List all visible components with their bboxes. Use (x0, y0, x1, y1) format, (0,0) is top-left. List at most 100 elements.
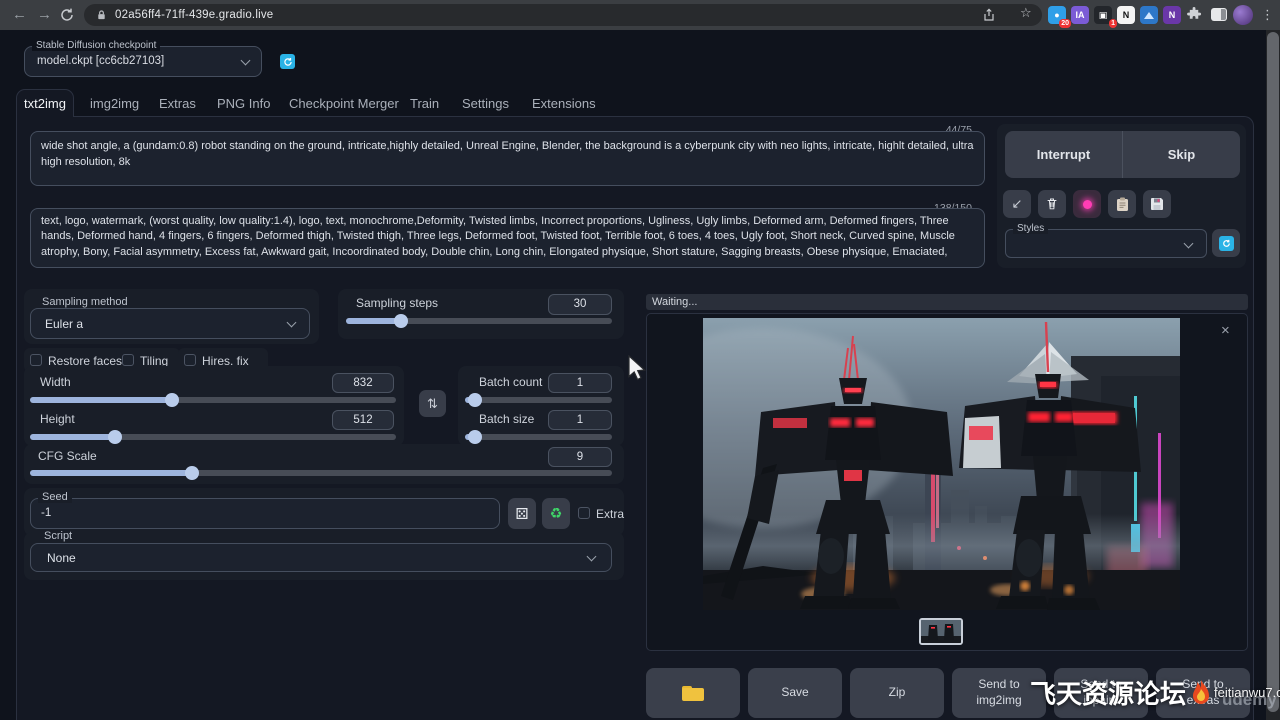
browser-refresh-icon[interactable] (59, 7, 75, 23)
progress-status-text: Waiting... (652, 296, 697, 308)
image-extension-icon[interactable] (1140, 6, 1158, 24)
sampling-steps-slider[interactable] (346, 318, 612, 324)
height-slider[interactable] (30, 434, 396, 440)
tab-train[interactable]: Train (410, 96, 439, 111)
trash-icon (1045, 197, 1059, 211)
apply-styles-button[interactable] (1108, 190, 1136, 218)
floppy-save-icon (1150, 197, 1164, 211)
paste-params-button[interactable]: ↙ (1003, 190, 1031, 218)
scrollbar-track[interactable] (1266, 30, 1280, 720)
script-value: None (47, 551, 76, 565)
seed-extra-label: Extra (596, 507, 624, 521)
folder-icon (682, 686, 704, 701)
dice-icon: ⚄ (515, 505, 528, 523)
cfg-scale-slider[interactable] (30, 470, 612, 476)
width-slider[interactable] (30, 397, 396, 403)
cfg-scale-value[interactable]: 9 (548, 447, 612, 467)
zip-button[interactable]: Zip (850, 668, 944, 718)
tab-png-info[interactable]: PNG Info (217, 96, 270, 111)
flame-icon (1190, 679, 1212, 707)
notion-extension-icon[interactable]: N (1117, 6, 1135, 24)
sampling-method-dropdown[interactable]: Euler a (30, 308, 310, 339)
tab-settings[interactable]: Settings (462, 96, 509, 111)
clipboard-icon (1116, 197, 1129, 212)
sampling-method-label: Sampling method (38, 296, 132, 308)
chevron-down-icon (287, 318, 297, 328)
extra-networks-icon (1083, 200, 1092, 209)
batch-count-label: Batch count (479, 375, 542, 389)
paste-arrow-icon: ↙ (1012, 196, 1023, 212)
swap-arrows-icon: ⇅ (427, 396, 438, 412)
bookmark-star-icon[interactable]: ☆ (1020, 5, 1032, 21)
batch-size-value[interactable]: 1 (548, 410, 612, 430)
sampling-method-value: Euler a (45, 317, 83, 331)
browser-back-icon[interactable]: ← (12, 0, 27, 30)
script-label: Script (40, 530, 76, 542)
swap-dimensions-button[interactable]: ⇅ (419, 390, 446, 417)
close-icon[interactable]: × (1221, 322, 1230, 339)
restore-faces-checkbox[interactable] (30, 354, 42, 366)
browser-toolbar: ← → 02a56ff4-71ff-439e.gradio.live ☆ ●20… (0, 0, 1280, 30)
prompt-input[interactable]: wide shot angle, a (gundam:0.8) robot st… (30, 131, 985, 186)
tab-txt2img[interactable]: txt2img (16, 89, 74, 117)
clear-prompt-button[interactable] (1038, 190, 1066, 218)
chevron-down-icon (587, 552, 597, 562)
save-style-button[interactable] (1143, 190, 1171, 218)
interrupt-button[interactable]: Interrupt (1005, 131, 1123, 178)
hires-fix-checkbox[interactable] (184, 354, 196, 366)
address-bar[interactable]: 02a56ff4-71ff-439e.gradio.live ☆ (84, 4, 1042, 26)
styles-refresh-button[interactable] (1212, 229, 1240, 257)
seed-field[interactable]: -1 (30, 498, 500, 529)
sampling-steps-value[interactable]: 30 (548, 294, 612, 315)
tab-extras[interactable]: Extras (159, 96, 196, 111)
tab-checkpoint-merger[interactable]: Checkpoint Merger (289, 96, 399, 111)
random-seed-button[interactable]: ⚄ (508, 498, 536, 529)
onenote-extension-icon[interactable]: N (1163, 6, 1181, 24)
sampling-steps-label: Sampling steps (356, 296, 438, 310)
progress-bar: Waiting... (646, 294, 1248, 310)
mouse-cursor (627, 355, 649, 383)
sidebar-icon[interactable] (1211, 8, 1227, 21)
share-icon[interactable] (982, 8, 996, 22)
batch-count-slider[interactable] (465, 397, 612, 403)
cfg-scale-label: CFG Scale (38, 449, 97, 463)
generated-image[interactable] (703, 318, 1180, 610)
tiling-checkbox[interactable] (122, 354, 134, 366)
batch-count-value[interactable]: 1 (548, 373, 612, 393)
url-text: 02a56ff4-71ff-439e.gradio.live (115, 9, 273, 21)
seed-value: -1 (41, 507, 51, 519)
interrupt-skip-group: Interrupt Skip (1005, 131, 1240, 178)
profile-avatar[interactable] (1233, 5, 1253, 25)
skip-button[interactable]: Skip (1123, 131, 1240, 178)
scrollbar-thumb[interactable] (1267, 32, 1279, 712)
pin-extension-icon[interactable]: ●20 (1048, 6, 1066, 24)
seed-extra-checkbox[interactable] (578, 507, 590, 519)
seed-label: Seed (38, 491, 72, 503)
tab-img2img[interactable]: img2img (90, 96, 139, 111)
width-label: Width (40, 375, 71, 389)
reuse-seed-button[interactable]: ♻ (542, 498, 570, 529)
height-label: Height (40, 412, 75, 426)
ia-extension-icon[interactable]: IA (1071, 6, 1089, 24)
checkpoint-label: Stable Diffusion checkpoint (32, 40, 160, 51)
open-folder-button[interactable] (646, 668, 740, 718)
width-value[interactable]: 832 (332, 373, 394, 393)
save-button[interactable]: Save (748, 668, 842, 718)
negative-prompt-input[interactable]: text, logo, watermark, (worst quality, l… (30, 208, 985, 268)
extensions-puzzle-icon[interactable] (1187, 7, 1202, 22)
browser-menu-icon[interactable]: ⋮ (1261, 0, 1274, 30)
chat-extension-icon[interactable]: ▣1 (1094, 6, 1112, 24)
cfg-block (24, 444, 624, 484)
checkpoint-refresh-button[interactable] (280, 54, 295, 69)
batch-size-slider[interactable] (465, 434, 612, 440)
browser-forward-icon[interactable]: → (37, 0, 52, 30)
watermark-domain-text: feitianwu7.com (1214, 685, 1280, 700)
script-dropdown[interactable]: None (30, 543, 612, 572)
chevron-down-icon (1184, 239, 1194, 249)
height-value[interactable]: 512 (332, 410, 394, 430)
styles-label: Styles (1013, 223, 1048, 234)
gallery-thumbnail[interactable] (919, 618, 963, 645)
tab-extensions[interactable]: Extensions (532, 96, 596, 111)
recycle-icon: ♻ (550, 505, 563, 522)
extra-networks-button[interactable] (1073, 190, 1101, 218)
